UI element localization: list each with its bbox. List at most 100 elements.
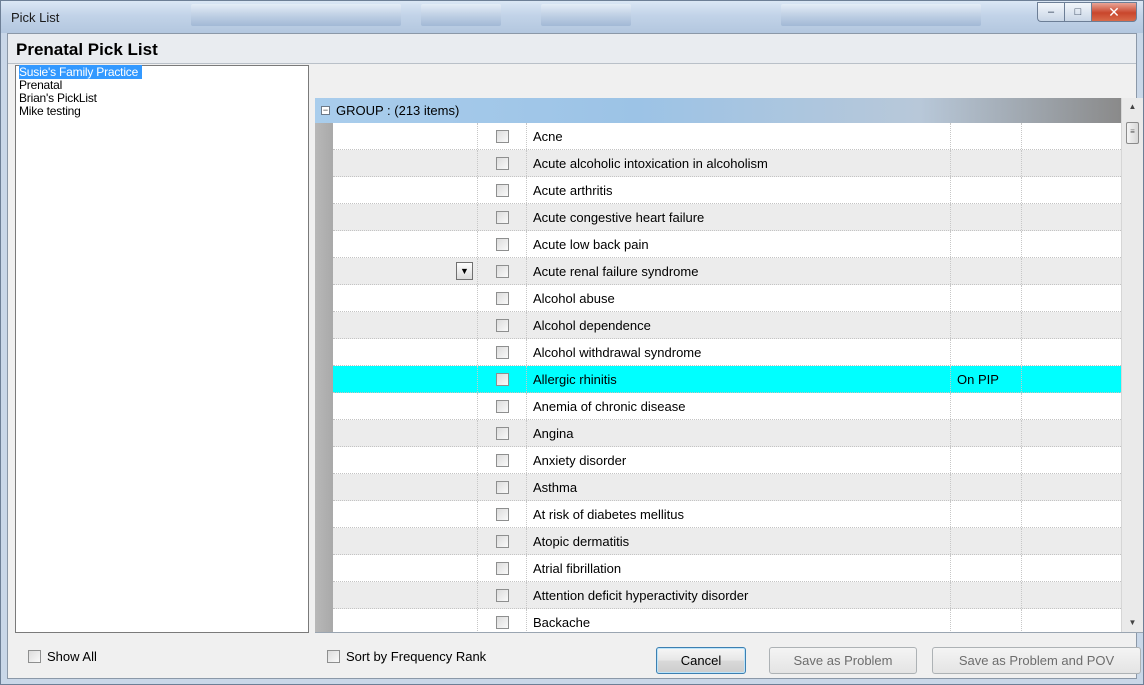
column-divider [477, 123, 478, 149]
scroll-down-icon[interactable]: ▼ [1122, 614, 1143, 632]
column-divider [477, 258, 478, 284]
table-row[interactable]: Acute arthritis [333, 177, 1121, 204]
pick-list-item[interactable]: Mike testing [16, 105, 308, 118]
problem-description: Alcohol withdrawal syndrome [533, 345, 702, 360]
column-divider [526, 339, 527, 365]
table-row[interactable]: Anxiety disorder [333, 447, 1121, 474]
table-row[interactable]: Atopic dermatitis [333, 528, 1121, 555]
column-divider [477, 393, 478, 419]
window-title: Pick List [11, 10, 60, 25]
pick-list-selector[interactable]: Susie's Family Practice Prenatal Brian's P… [15, 65, 309, 633]
table-row[interactable]: Atrial fibrillation [333, 555, 1121, 582]
table-row[interactable]: Alcohol withdrawal syndrome [333, 339, 1121, 366]
column-divider [1021, 447, 1022, 473]
save-as-problem-and-pov-button[interactable]: Save as Problem and POV [932, 647, 1141, 674]
problem-description: Acne [533, 129, 563, 144]
column-divider [1021, 258, 1022, 284]
row-checkbox[interactable] [496, 535, 509, 548]
pick-list-window: Pick List – □ ✕ Prenatal Pick List Susie… [0, 0, 1144, 685]
table-row[interactable]: ▼ Acute renal failure syndrome [333, 258, 1121, 285]
pick-list-item-label: Mike testing [19, 104, 81, 118]
maximize-button[interactable]: □ [1064, 2, 1091, 22]
row-checkbox[interactable] [496, 157, 509, 170]
column-divider [1021, 501, 1022, 527]
column-divider [477, 339, 478, 365]
sort-by-frequency-checkbox[interactable] [327, 650, 340, 663]
sort-by-frequency-option[interactable]: Sort by Frequency Rank [327, 649, 486, 664]
row-checkbox[interactable] [496, 292, 509, 305]
scroll-up-icon[interactable]: ▲ [1122, 98, 1143, 116]
column-divider [1021, 420, 1022, 446]
table-row[interactable]: Acne [333, 123, 1121, 150]
row-checkbox[interactable] [496, 265, 509, 278]
column-divider [1021, 231, 1022, 257]
table-row[interactable]: At risk of diabetes mellitus [333, 501, 1121, 528]
column-divider [950, 123, 951, 149]
problem-description: Acute low back pain [533, 237, 649, 252]
table-row[interactable]: Alcohol abuse [333, 285, 1121, 312]
save-as-problem-button[interactable]: Save as Problem [769, 647, 917, 674]
column-divider [1021, 366, 1022, 392]
table-row[interactable]: Backache [333, 609, 1121, 632]
title-bar[interactable]: Pick List – □ ✕ [1, 1, 1143, 33]
close-button[interactable]: ✕ [1091, 2, 1137, 22]
column-divider [477, 609, 478, 632]
row-checkbox[interactable] [496, 373, 509, 386]
row-checkbox[interactable] [496, 589, 509, 602]
row-dropdown-icon[interactable]: ▼ [456, 262, 473, 280]
column-divider [950, 150, 951, 176]
problem-description: Acute arthritis [533, 183, 613, 198]
collapse-icon[interactable]: − [321, 106, 330, 115]
column-divider [1021, 312, 1022, 338]
table-row[interactable]: Asthma [333, 474, 1121, 501]
table-row[interactable]: Alcohol dependence [333, 312, 1121, 339]
show-all-checkbox[interactable] [28, 650, 41, 663]
column-divider [950, 501, 951, 527]
column-divider [526, 501, 527, 527]
column-divider [950, 447, 951, 473]
column-divider [526, 312, 527, 338]
minimize-button[interactable]: – [1037, 2, 1064, 22]
table-row[interactable]: Anemia of chronic disease [333, 393, 1121, 420]
vertical-scrollbar[interactable]: ▲ ≡ ▼ [1121, 98, 1143, 632]
table-row[interactable]: Acute congestive heart failure [333, 204, 1121, 231]
column-divider [1021, 582, 1022, 608]
scroll-thumb[interactable]: ≡ [1126, 122, 1139, 144]
row-checkbox[interactable] [496, 562, 509, 575]
column-divider [477, 555, 478, 581]
row-checkbox[interactable] [496, 481, 509, 494]
table-row[interactable]: Acute alcoholic intoxication in alcoholi… [333, 150, 1121, 177]
row-checkbox[interactable] [496, 346, 509, 359]
column-divider [526, 366, 527, 392]
row-checkbox[interactable] [496, 211, 509, 224]
row-checkbox[interactable] [496, 130, 509, 143]
show-all-option[interactable]: Show All [28, 649, 97, 664]
column-divider [477, 366, 478, 392]
row-checkbox[interactable] [496, 238, 509, 251]
row-checkbox[interactable] [496, 454, 509, 467]
problem-description: Angina [533, 426, 574, 441]
row-checkbox[interactable] [496, 508, 509, 521]
problem-grid: − GROUP : (213 items) Acne Acute alcoholi… [315, 98, 1143, 633]
column-divider [526, 582, 527, 608]
background-window-ghost [421, 4, 501, 26]
column-divider [477, 501, 478, 527]
table-row[interactable]: Allergic rhinitis On PIP [333, 366, 1121, 393]
column-divider [526, 447, 527, 473]
cancel-button[interactable]: Cancel [656, 647, 746, 674]
row-checkbox[interactable] [496, 400, 509, 413]
close-icon: ✕ [1108, 3, 1120, 20]
row-checkbox[interactable] [496, 616, 509, 629]
row-checkbox[interactable] [496, 319, 509, 332]
column-divider [1021, 339, 1022, 365]
row-checkbox[interactable] [496, 427, 509, 440]
show-all-label: Show All [47, 649, 97, 664]
group-header[interactable]: − GROUP : (213 items) [315, 98, 1121, 123]
column-divider [477, 312, 478, 338]
table-row[interactable]: Attention deficit hyperactivity disorder [333, 582, 1121, 609]
table-row[interactable]: Angina [333, 420, 1121, 447]
table-row[interactable]: Acute low back pain [333, 231, 1121, 258]
row-checkbox[interactable] [496, 184, 509, 197]
column-divider [526, 123, 527, 149]
column-divider [950, 528, 951, 554]
